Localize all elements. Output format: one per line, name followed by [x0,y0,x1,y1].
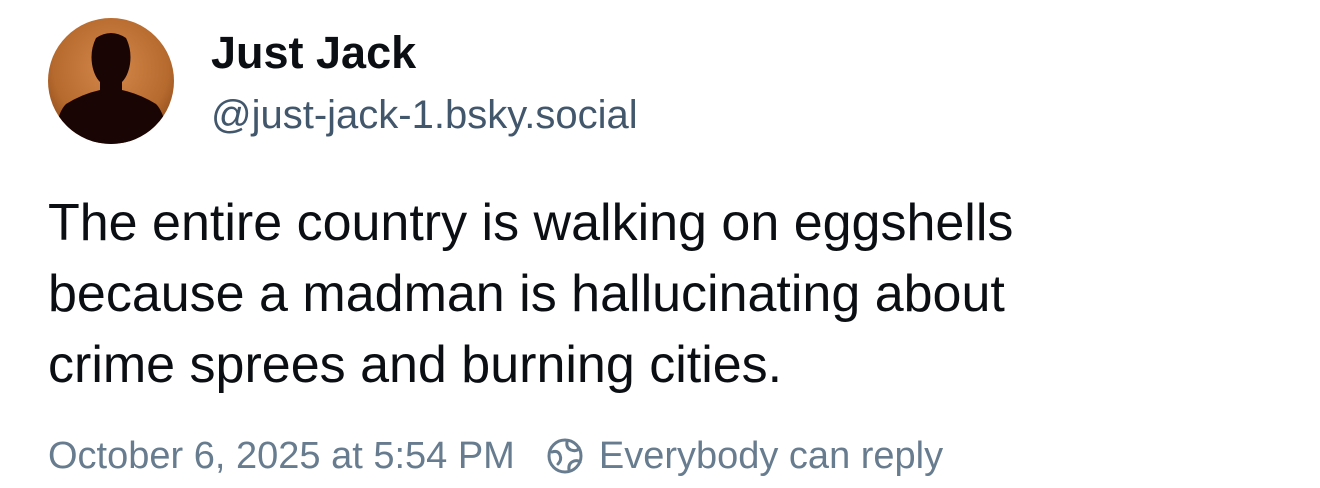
author-handle[interactable]: @just-jack-1.bsky.social [211,90,638,140]
reply-setting-label: Everybody can reply [598,435,944,477]
post-text-line: The entire country is walking on eggshel… [48,194,1014,252]
globe-reply-icon [547,438,583,474]
post-text: The entire country is walking on eggshel… [48,188,1288,401]
post-meta: October 6, 2025 at 5:54 PM Everybody can… [48,428,943,484]
reply-setting-button[interactable]: Everybody can reply [545,428,943,484]
silhouette-avatar-icon [48,18,174,144]
author-avatar[interactable] [48,18,174,144]
post-text-line: because a madman is hallucinating about [48,265,1005,323]
post-timestamp[interactable]: October 6, 2025 at 5:54 PM [48,428,515,484]
post-card: Just Jack @just-jack-1.bsky.social The e… [0,0,1320,488]
post-text-line: crime sprees and burning cities. [48,336,783,394]
author-display-name[interactable]: Just Jack [211,26,416,80]
